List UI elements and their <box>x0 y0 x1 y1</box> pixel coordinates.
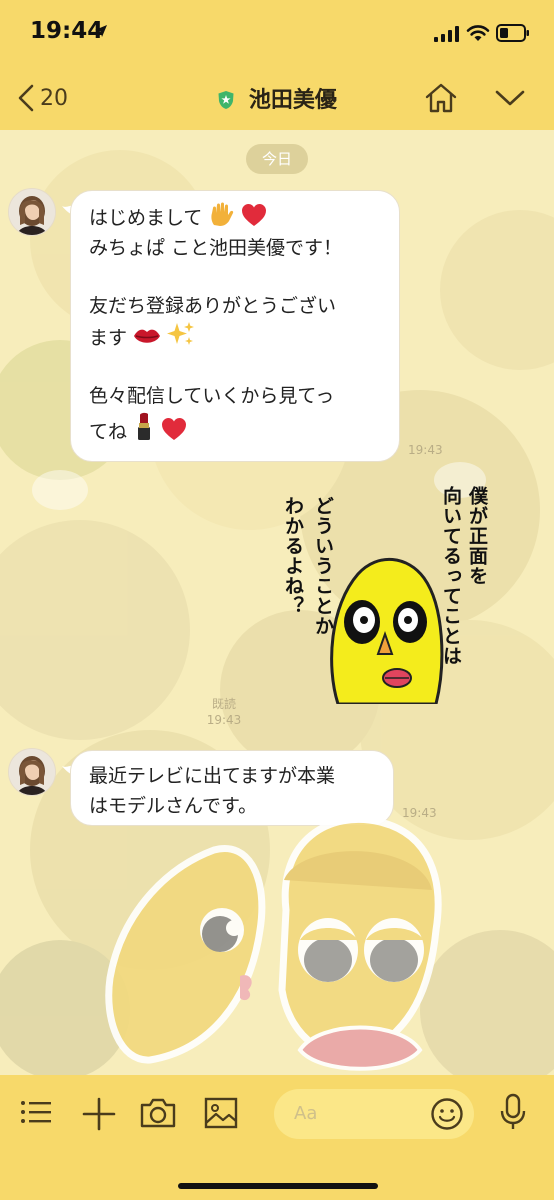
message-gap <box>89 353 381 381</box>
plus-icon[interactable] <box>82 1097 116 1131</box>
avatar[interactable] <box>8 748 56 796</box>
sticker-text: わかるよね？ <box>282 496 304 616</box>
location-arrow-icon <box>95 25 107 37</box>
avatar[interactable] <box>8 188 56 236</box>
chat-header: 20 池田美優 <box>0 68 554 130</box>
sticker-text: 僕が正面を <box>466 486 488 586</box>
red-heart-emoji <box>241 204 266 226</box>
message-text: 色々配信していくから見てっ <box>89 385 335 407</box>
image-icon[interactable] <box>204 1097 238 1129</box>
sticker-text: どういうことか <box>312 496 334 636</box>
chat-area[interactable]: 今日 はじめまして みちょぱ こと池田美優です！ 友だち登録ありがとうござい ま… <box>0 130 554 1075</box>
message-line: ます <box>89 321 381 353</box>
read-label: 既読 <box>211 697 236 711</box>
status-bar: 19:44 <box>0 0 554 68</box>
sticker-text: 向いてるってことは <box>440 486 462 666</box>
input-bar: Aa <box>0 1075 554 1200</box>
emoji-icon[interactable] <box>430 1097 464 1131</box>
message-text: ます <box>89 327 128 349</box>
home-icon[interactable] <box>424 82 458 114</box>
message-gap <box>89 263 381 291</box>
message-input-placeholder: Aa <box>294 1103 318 1124</box>
status-time: 19:44 <box>30 18 104 44</box>
lipstick-emoji <box>138 412 151 440</box>
avatar-photo <box>9 189 55 235</box>
lips-emoji <box>134 329 161 343</box>
menu-icon[interactable] <box>20 1097 52 1127</box>
home-indicator[interactable] <box>178 1183 378 1189</box>
sticker-message[interactable]: 僕が正面を 向いてるってことは どういうことか わかるよね？ <box>268 486 500 704</box>
message-text: はじめまして <box>89 207 203 229</box>
microphone-icon[interactable] <box>500 1093 526 1131</box>
cellular-signal-icon <box>434 26 459 42</box>
camera-icon[interactable] <box>140 1097 176 1129</box>
message-timestamp: 19:43 <box>206 713 242 727</box>
sparkles-emoji <box>167 322 195 345</box>
message-text: てね <box>89 421 128 443</box>
chat-title-text: 池田美優 <box>248 88 337 113</box>
read-receipt: 既読 19:43 <box>204 696 244 728</box>
message-text: みちょぱ こと池田美優です！ <box>89 237 343 259</box>
chat-title[interactable]: 池田美優 <box>0 82 554 114</box>
wallpaper-characters <box>105 815 442 1071</box>
message-line: はじめまして <box>89 201 381 233</box>
chevron-down-icon[interactable] <box>494 88 526 108</box>
message-bubble-welcome[interactable]: はじめまして みちょぱ こと池田美優です！ 友だち登録ありがとうござい ます 色… <box>70 190 400 462</box>
date-separator: 今日 <box>246 144 308 174</box>
sticker-caption-right: 僕が正面を 向いてるってことは <box>438 486 490 666</box>
message-text: 最近テレビに出てますが本業 <box>89 765 336 787</box>
sticker-caption-left: どういうことか わかるよね？ <box>278 496 338 636</box>
avatar-photo <box>9 749 55 795</box>
battery-icon <box>496 24 529 42</box>
message-timestamp: 19:43 <box>408 443 443 457</box>
message-input[interactable]: Aa <box>274 1089 474 1139</box>
red-heart-emoji <box>162 418 187 440</box>
message-text: 友だち登録ありがとうござい <box>89 295 337 317</box>
official-shield-icon <box>218 91 234 109</box>
wifi-icon <box>466 25 490 41</box>
raised-hand-emoji <box>211 202 234 226</box>
message-line: てね <box>89 411 381 447</box>
